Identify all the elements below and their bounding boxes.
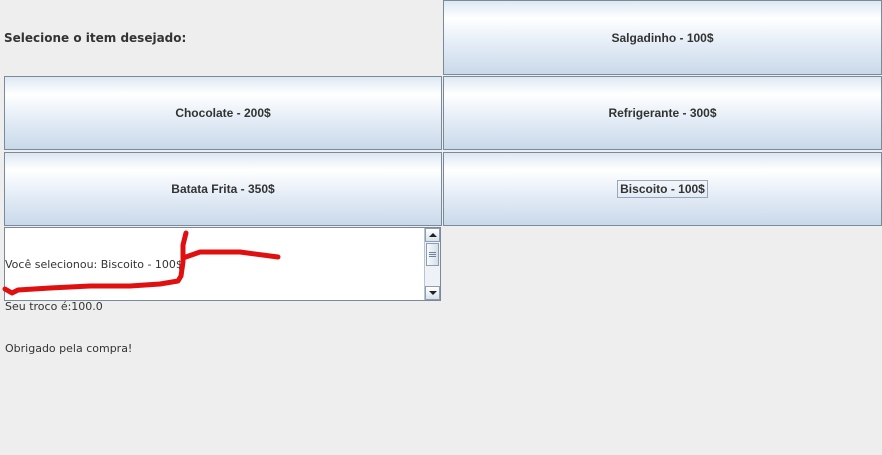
output-text: Você selecionou: Biscoito - 100$ Seu tro… (5, 230, 424, 384)
scroll-thumb[interactable] (426, 243, 439, 266)
output-text-area[interactable]: Você selecionou: Biscoito - 100$ Seu tro… (4, 227, 441, 355)
triangle-up-icon (428, 233, 437, 237)
output-line-change: Seu troco é:100.0 (5, 300, 103, 313)
biscoito-button-label: Biscoito - 100$ (617, 180, 708, 198)
output-line-thanks: Obrigado pela compra! (5, 342, 133, 355)
triangle-down-icon (428, 291, 437, 295)
batata-frita-button-label: Batata Frita - 350$ (171, 182, 275, 196)
salgadinho-button-label: Salgadinho - 100$ (611, 30, 714, 45)
batata-frita-button[interactable]: Batata Frita - 350$ (4, 152, 442, 226)
prompt-label: Selecione o item desejado: (4, 30, 187, 45)
chocolate-button-label: Chocolate - 200$ (175, 106, 271, 120)
biscoito-button[interactable]: Biscoito - 100$ (443, 152, 882, 226)
salgadinho-button[interactable]: Salgadinho - 100$ (443, 0, 882, 75)
vertical-scrollbar[interactable] (424, 228, 440, 300)
output-line-selection: Você selecionou: Biscoito - 100$ (5, 258, 183, 271)
chocolate-button[interactable]: Chocolate - 200$ (4, 76, 442, 150)
refrigerante-button[interactable]: Refrigerante - 300$ (443, 76, 882, 150)
refrigerante-button-label: Refrigerante - 300$ (608, 106, 717, 120)
scroll-down-button[interactable] (425, 286, 440, 300)
scroll-up-button[interactable] (425, 228, 440, 242)
grip-lines-icon (429, 252, 436, 257)
